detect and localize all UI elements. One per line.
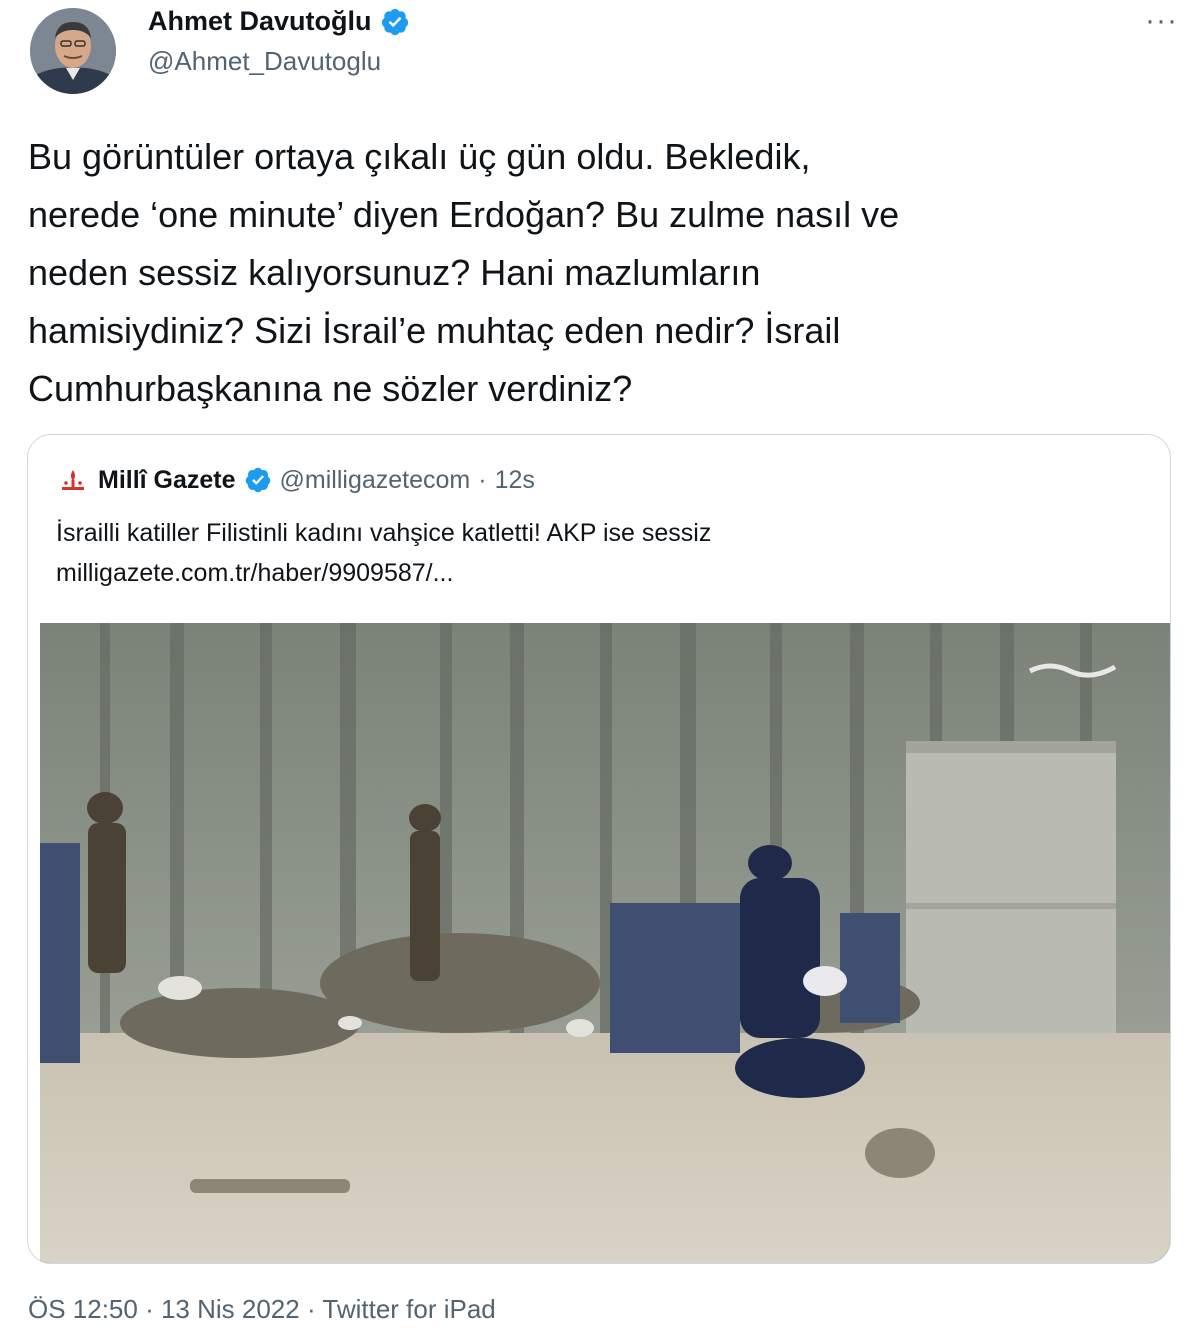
avatar-image	[30, 8, 116, 94]
tweet-source: Twitter for iPad	[322, 1294, 496, 1324]
quoted-tweet-card[interactable]: Millî Gazete @milligazetecom · 12s İsrai…	[27, 434, 1171, 1264]
quoted-tweet-body: İsrailli katiller Filistinli kadını vahş…	[56, 513, 711, 593]
quoted-tweet-header: Millî Gazete @milligazetecom · 12s	[56, 465, 535, 495]
tweet-meta: ÖS 12:50 · 13 Nis 2022 · Twitter for iPa…	[28, 1294, 496, 1325]
author-handle[interactable]: @Ahmet_Davutoglu	[148, 46, 381, 77]
milli-gazete-logo	[62, 470, 84, 490]
quoted-author-handle[interactable]: @milligazetecom	[280, 466, 471, 495]
quoted-verified-badge-icon	[245, 467, 270, 493]
author-avatar[interactable]	[30, 8, 116, 94]
quoted-tweet-text: İsrailli katiller Filistinli kadını vahş…	[56, 519, 712, 547]
tweet-time[interactable]: ÖS 12:50	[28, 1294, 138, 1324]
quoted-tweet-link[interactable]: milligazete.com.tr/haber/9909587/...	[56, 553, 711, 593]
author-name-row[interactable]: Ahmet Davutoğlu	[148, 6, 410, 37]
quoted-separator: ·	[478, 465, 487, 494]
quoted-tweet-media[interactable]	[40, 623, 1170, 1263]
tweet-text: Bu görüntüler ortaya çıkalı üç gün oldu.…	[28, 136, 900, 409]
meta-separator: ·	[299, 1294, 323, 1324]
tweet-date[interactable]: 13 Nis 2022	[161, 1294, 300, 1324]
quoted-timestamp[interactable]: 12s	[495, 466, 535, 495]
verified-badge-icon	[381, 8, 408, 35]
more-options-icon[interactable]: ···	[1145, 4, 1178, 38]
media-image	[40, 623, 1170, 1263]
quoted-author-name[interactable]: Millî Gazete	[98, 466, 236, 495]
meta-separator: ·	[137, 1294, 161, 1324]
author-name[interactable]: Ahmet Davutoğlu	[148, 6, 372, 37]
